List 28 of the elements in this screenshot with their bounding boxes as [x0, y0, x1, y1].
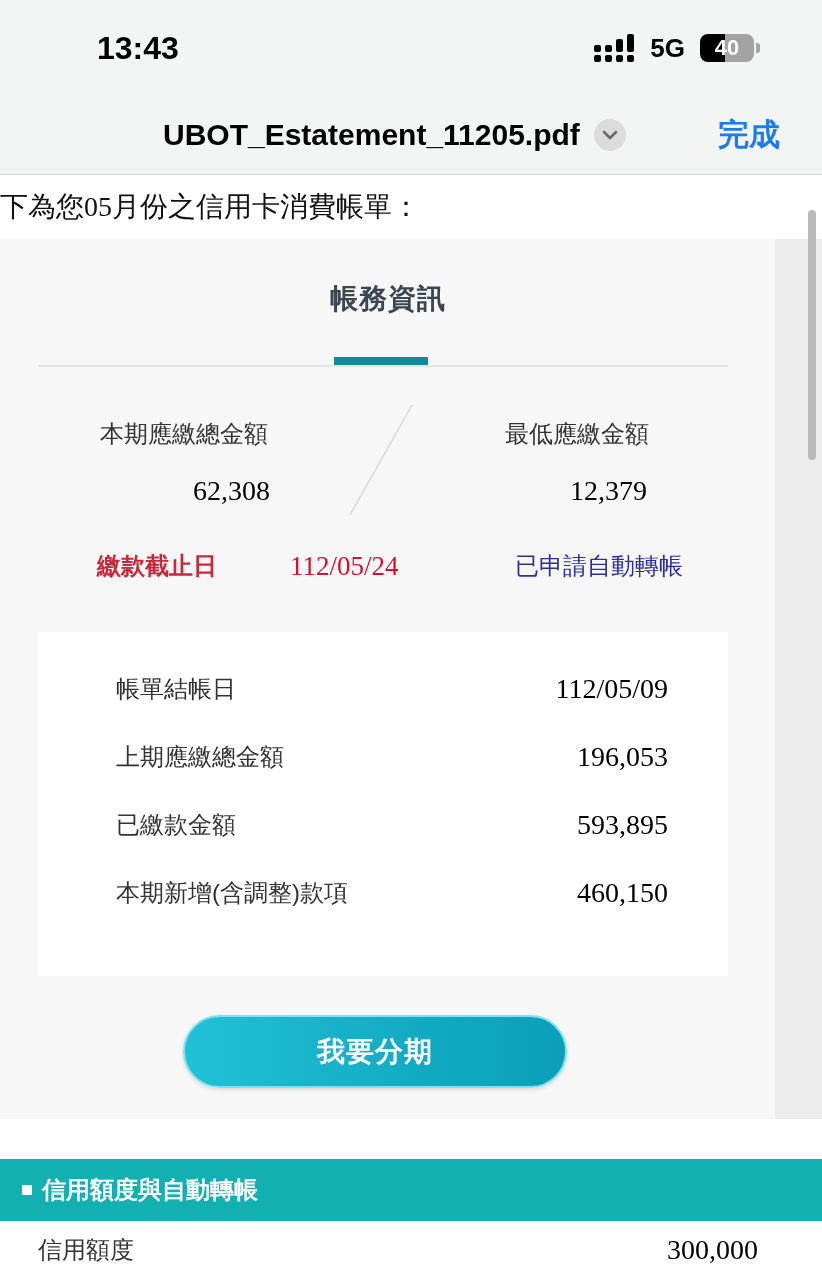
- done-button[interactable]: 完成: [718, 119, 780, 150]
- signal-icon: [594, 33, 636, 62]
- detail-label: 本期新增(含調整)款項: [116, 878, 348, 908]
- detail-label: 已繳款金額: [116, 810, 236, 840]
- section-title: 信用額度與自動轉帳: [42, 1175, 258, 1205]
- status-time: 13:43: [97, 31, 179, 64]
- detail-label: 帳單結帳日: [116, 674, 236, 704]
- card-title: 帳務資訊: [329, 282, 446, 316]
- document-title: UBOT_Estatement_11205.pdf: [163, 119, 580, 150]
- detail-label: 上期應繳總金額: [116, 742, 284, 772]
- summary-amount: 62,308: [193, 474, 270, 508]
- credit-label: 信用額度: [38, 1235, 134, 1265]
- due-date-label: 繳款截止日: [97, 551, 217, 581]
- detail-value: 460,150: [577, 876, 668, 910]
- credit-value: 300,000: [667, 1233, 758, 1267]
- network-type: 5G: [650, 34, 685, 61]
- intro-text: 下為您05月份之信用卡消費帳單：: [0, 190, 421, 224]
- detail-value: 196,053: [577, 740, 668, 774]
- summary-amount: 12,379: [570, 474, 647, 508]
- detail-value: 593,895: [577, 808, 668, 842]
- due-date: 112/05/24: [290, 550, 399, 583]
- summary-label: 最低應繳金額: [505, 419, 649, 449]
- autopay-status: 已申請自動轉帳: [515, 552, 683, 581]
- installment-button[interactable]: 我要分期: [183, 1015, 567, 1088]
- summary-label: 本期應繳總金額: [100, 419, 268, 449]
- square-bullet-icon: [22, 1185, 32, 1195]
- detail-value: 112/05/09: [555, 672, 668, 706]
- chevron-down-icon[interactable]: [593, 118, 626, 151]
